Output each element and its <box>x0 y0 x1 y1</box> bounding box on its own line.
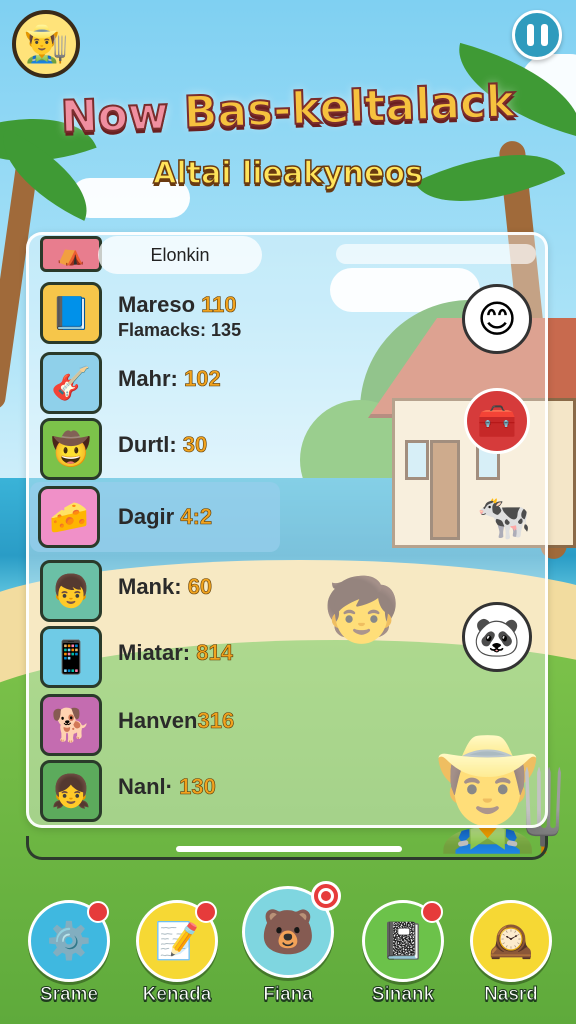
leaderboard-row[interactable]: 📱 Miatar: 814 <box>36 626 516 694</box>
dog-icon: 🐕 <box>40 694 102 756</box>
girl-icon: 👧 <box>40 760 102 822</box>
leaderboard-row[interactable]: 🤠 Durtl: 30 <box>36 418 516 486</box>
book-icon: 📘 <box>40 282 102 344</box>
header-strip <box>336 244 536 264</box>
cowboy-icon: 🤠 <box>40 418 102 480</box>
leaderboard-row[interactable]: 🎸 Mahr: 102 <box>36 352 516 420</box>
header-row-icon: ⛺ <box>40 236 102 272</box>
row-label: Durtl: 30 <box>118 432 208 458</box>
row-label: Nanl· 130 <box>118 774 216 800</box>
safe-icon[interactable]: 🧰 <box>464 388 530 454</box>
ghost-icon[interactable]: 😊 <box>462 284 532 354</box>
nav-label-sinank: Sinank <box>371 984 435 1006</box>
cow-icon[interactable]: 🐄 <box>456 482 552 552</box>
nav-label-nasrd: Nasrd <box>484 984 539 1006</box>
row-label: Mareso 110 <box>118 292 237 318</box>
nav-label-fiana: Fiana <box>263 984 314 1006</box>
player-avatar-button[interactable]: 👨‍🌾 <box>12 10 80 78</box>
row-sub-label: Flamacks: 135 <box>118 320 242 340</box>
notification-badge <box>421 901 443 923</box>
notebook-icon: 📓 <box>380 921 426 962</box>
nav-button-srame[interactable]: ⚙️ <box>28 900 110 982</box>
nav-label-kenada: Kenada <box>142 984 212 1006</box>
panel-drag-handle[interactable] <box>176 846 402 852</box>
panda-icon[interactable]: 🐼 <box>462 602 532 672</box>
row-label: Miatar: 814 <box>118 640 233 666</box>
leaderboard-row[interactable]: 👧 Nanl· 130 <box>36 760 516 828</box>
boy-icon: 👦 <box>40 560 102 622</box>
notification-badge <box>195 901 217 923</box>
leaderboard-row[interactable]: 📘 Mareso 110 Flamacks: 135 <box>36 282 516 350</box>
nav-label-srame: Srame <box>39 984 99 1006</box>
pause-icon <box>526 24 534 46</box>
game-subtitle: Altai lieakyneos <box>152 155 423 192</box>
row-label: Mahr: 102 <box>118 366 221 392</box>
leaderboard-row[interactable]: 👦 Mank: 60 <box>36 560 516 628</box>
pause-icon <box>540 24 548 46</box>
farmer-avatar-icon: 👨‍🌾 <box>23 24 69 65</box>
guitar-icon: 🎸 <box>40 352 102 414</box>
clock-icon: 🕰️ <box>488 921 534 962</box>
pause-button[interactable] <box>512 10 562 60</box>
row-label: Mank: 60 <box>118 574 213 600</box>
gear-icon: ⚙️ <box>46 921 92 962</box>
title-word-1: Now <box>59 87 170 144</box>
cheese-icon: 🧀 <box>38 486 100 548</box>
leaderboard-row-highlighted[interactable]: 🧀 Dagir 4:2 <box>30 482 280 552</box>
bear-icon: 🐻 <box>260 907 316 958</box>
row-label: Dagir 4:2 <box>118 504 213 530</box>
phone-icon: 📱 <box>40 626 102 688</box>
nav-button-kenada[interactable]: 📝 <box>136 900 218 982</box>
notification-badge <box>311 881 341 911</box>
leaderboard-header: Elonkin <box>98 236 262 274</box>
nav-button-fiana[interactable]: 🐻 <box>242 881 341 978</box>
notification-badge <box>87 901 109 923</box>
leaderboard-row[interactable]: 🐕 Hanven316 <box>36 694 516 762</box>
nav-button-sinank[interactable]: 📓 <box>362 900 444 982</box>
nav-button-nasrd[interactable]: 🕰️ <box>470 900 552 982</box>
note-icon: 📝 <box>154 921 200 962</box>
row-label: Hanven316 <box>118 708 235 734</box>
